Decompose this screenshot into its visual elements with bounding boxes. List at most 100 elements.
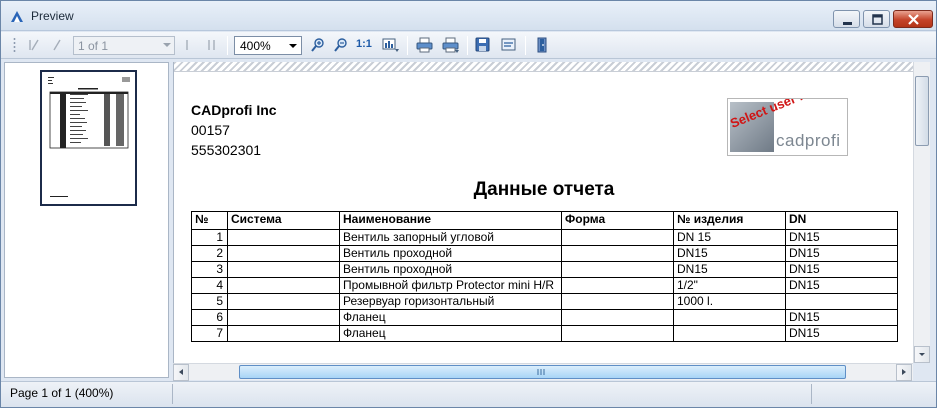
status-page-info: Page 1 of 1 (400%) — [10, 386, 114, 400]
page-thumbnail[interactable] — [40, 70, 137, 206]
chevron-down-icon — [163, 43, 171, 47]
zoom-select[interactable]: 400% — [234, 36, 302, 55]
minimize-icon — [843, 22, 852, 25]
toolbar-separator — [407, 36, 408, 55]
toolbar-separator — [525, 36, 526, 55]
multi-page-button[interactable] — [379, 35, 401, 56]
table-cell — [561, 261, 674, 278]
table-cell: Промывной фильтр Protector mini H/R — [339, 277, 562, 294]
table-header-row: № Система Наименование Форма № изделия D… — [191, 211, 898, 230]
table-row: 2 Вентиль проходной DN15 DN15 — [191, 245, 898, 262]
scroll-right-button[interactable] — [896, 364, 912, 381]
table-cell: 4 — [191, 277, 228, 294]
table-cell — [673, 325, 786, 342]
last-page-icon — [208, 40, 215, 50]
page-top-hatch — [174, 62, 913, 72]
close-preview-button[interactable] — [531, 35, 553, 56]
table-cell: 3 — [191, 261, 228, 278]
horizontal-scrollbar[interactable] — [173, 363, 913, 381]
table-cell: DN 15 — [673, 229, 786, 246]
column-header: Система — [227, 211, 340, 230]
actual-size-button[interactable]: 1:1 — [356, 38, 372, 50]
vertical-scrollbar[interactable] — [913, 62, 930, 363]
toolbar-separator — [227, 36, 228, 55]
next-page-button[interactable] — [179, 35, 201, 56]
close-button[interactable] — [893, 10, 933, 28]
page-layout-icon — [382, 38, 399, 52]
table-cell: 1/2" — [673, 277, 786, 294]
minimize-button[interactable] — [833, 10, 860, 28]
save-button[interactable] — [472, 35, 494, 56]
title-bar: Preview — [1, 1, 936, 31]
table-cell — [561, 309, 674, 326]
table-cell — [561, 245, 674, 262]
table-cell — [561, 277, 674, 294]
column-header: № — [191, 211, 228, 230]
table-cell: 1000 l. — [673, 293, 786, 310]
table-cell — [227, 245, 340, 262]
logo-wordmark: cadprofi — [776, 131, 841, 150]
horizontal-scroll-thumb[interactable] — [239, 365, 846, 379]
table-row: 6 Фланец DN15 — [191, 309, 898, 326]
toolbar-grip[interactable] — [13, 37, 16, 54]
company-code: 00157 — [191, 122, 230, 138]
vertical-scroll-thumb[interactable] — [915, 76, 929, 146]
table-cell: Резервуар горизонтальный — [339, 293, 562, 310]
table-cell: 1 — [191, 229, 228, 246]
report-page-view[interactable]: CADprofi Inc 00157 555302301 cadprofi Se… — [173, 62, 913, 363]
maximize-button[interactable] — [863, 10, 890, 28]
table-cell: DN15 — [673, 261, 786, 278]
table-cell: DN15 — [785, 325, 898, 342]
arrow-left-icon — [179, 369, 183, 375]
column-header: № изделия — [673, 211, 786, 230]
table-cell: Вентиль запорный угловой — [339, 229, 562, 246]
table-row: 5 Резервуар горизонтальный 1000 l. — [191, 293, 898, 310]
table-cell: 6 — [191, 309, 228, 326]
table-cell — [227, 293, 340, 310]
table-cell: 5 — [191, 293, 228, 310]
quick-print-button[interactable] — [439, 35, 461, 56]
table-cell — [227, 277, 340, 294]
table-cell: DN15 — [785, 229, 898, 246]
table-cell: DN15 — [785, 277, 898, 294]
table-cell: Вентиль проходной — [339, 261, 562, 278]
table-cell: DN15 — [673, 245, 786, 262]
report-title: Данные отчета — [473, 179, 615, 200]
floppy-disk-icon — [475, 37, 490, 52]
table-cell — [561, 325, 674, 342]
arrow-right-icon — [902, 369, 906, 375]
zoom-value: 400% — [240, 39, 271, 53]
last-page-button[interactable] — [201, 35, 223, 56]
table-cell — [561, 229, 674, 246]
table-cell: 2 — [191, 245, 228, 262]
page-number-value: 1 of 1 — [78, 39, 109, 53]
zoom-out-button[interactable] — [330, 35, 352, 56]
table-row: 4 Промывной фильтр Protector mini H/R 1/… — [191, 277, 898, 294]
status-bar: Page 1 of 1 (400%) — [1, 381, 936, 407]
printer-icon — [416, 37, 433, 53]
page-number-field[interactable]: 1 of 1 — [73, 36, 175, 55]
table-cell — [673, 309, 786, 326]
arrow-down-icon — [919, 353, 925, 356]
close-icon — [908, 14, 919, 25]
table-cell: Фланец — [339, 325, 562, 342]
column-header: Форма — [561, 211, 674, 230]
scroll-down-button[interactable] — [914, 346, 930, 363]
zoom-in-button[interactable] — [307, 35, 329, 56]
app-icon — [11, 11, 23, 22]
table-cell: DN15 — [785, 245, 898, 262]
previous-page-button[interactable] — [46, 35, 68, 56]
export-button[interactable] — [498, 35, 520, 56]
table-cell — [227, 261, 340, 278]
table-row: 1 Вентиль запорный угловой DN 15 DN15 — [191, 229, 898, 246]
printer-settings-icon — [442, 37, 459, 53]
scroll-left-button[interactable] — [173, 364, 189, 381]
zoom-in-icon — [311, 38, 324, 52]
first-page-icon — [29, 39, 39, 51]
next-page-icon — [186, 40, 188, 50]
print-button[interactable] — [413, 35, 435, 56]
first-page-button[interactable] — [23, 35, 45, 56]
table-cell: 7 — [191, 325, 228, 342]
table-cell — [785, 293, 898, 310]
preview-window: Preview 1 of 1 400% 1:1 CADprofi Inc 001… — [0, 0, 937, 408]
